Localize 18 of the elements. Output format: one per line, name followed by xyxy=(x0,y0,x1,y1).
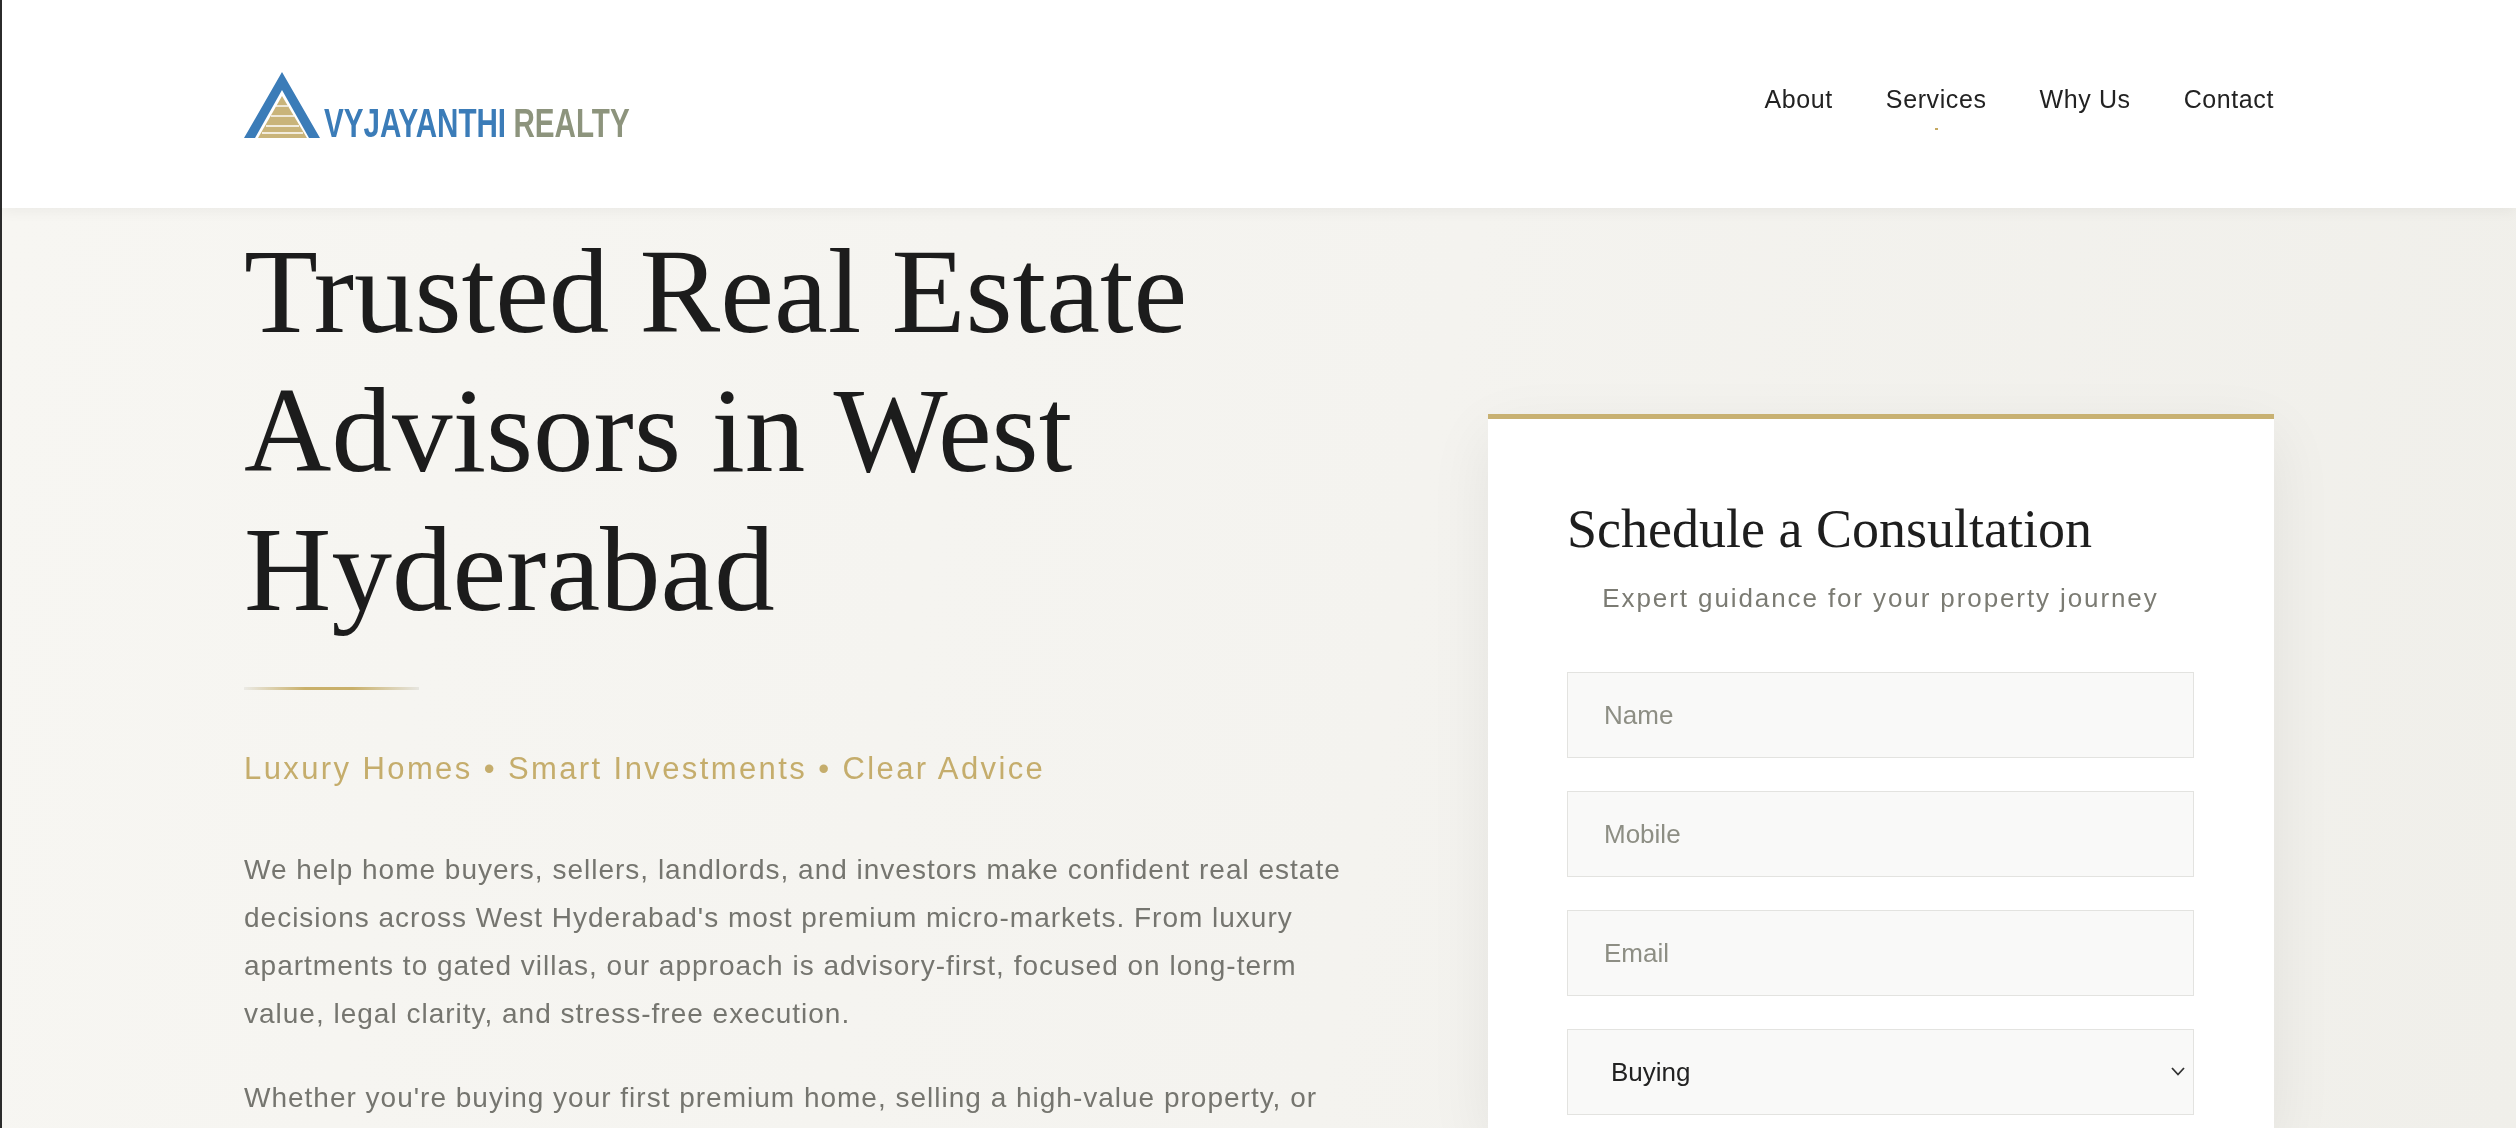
input-field[interactable]: Mobile xyxy=(1567,791,2194,877)
chevron-down-icon xyxy=(2171,1067,2185,1076)
form-title: Schedule a Consultation xyxy=(1567,498,2093,561)
logo-wordmark: VYJAYANTHI xyxy=(324,100,507,145)
nav-link[interactable]: Why Us xyxy=(2039,78,2131,130)
dropdown-select[interactable]: Buying xyxy=(1567,1029,2194,1115)
hero-paragraph: We help home buyers, sellers, landlords, and investors make confident real estate decisions across West Hyderabad's most premium micro-markets. From luxury apartments to gated villas, our approach is advisory-first, focused on long-term value, legal clarity, and stress-free execution. xyxy=(244,853,1342,1031)
form-subtitle: Expert guidance for your property journey xyxy=(1601,582,2160,615)
hero-heading: Trusted Real Estate Advisors in West Hyderabad xyxy=(244,223,1189,638)
pyramid-logo-icon xyxy=(244,70,320,138)
nav-link[interactable]: Services xyxy=(1885,78,1987,130)
logo-wordmark-suffix: REALTY xyxy=(513,100,630,145)
input-field[interactable]: Name xyxy=(1567,672,2194,758)
input-field[interactable]: Email xyxy=(1567,910,2194,996)
nav-link[interactable]: Contact xyxy=(2183,78,2274,130)
hero-tagline: Luxury Homes • Smart Investments • Clear Advice xyxy=(244,751,1047,787)
nav-link[interactable]: About xyxy=(1764,78,1833,130)
hero-paragraph: Whether you're buying your first premium home, selling a high-value property, or xyxy=(244,1081,1319,1115)
